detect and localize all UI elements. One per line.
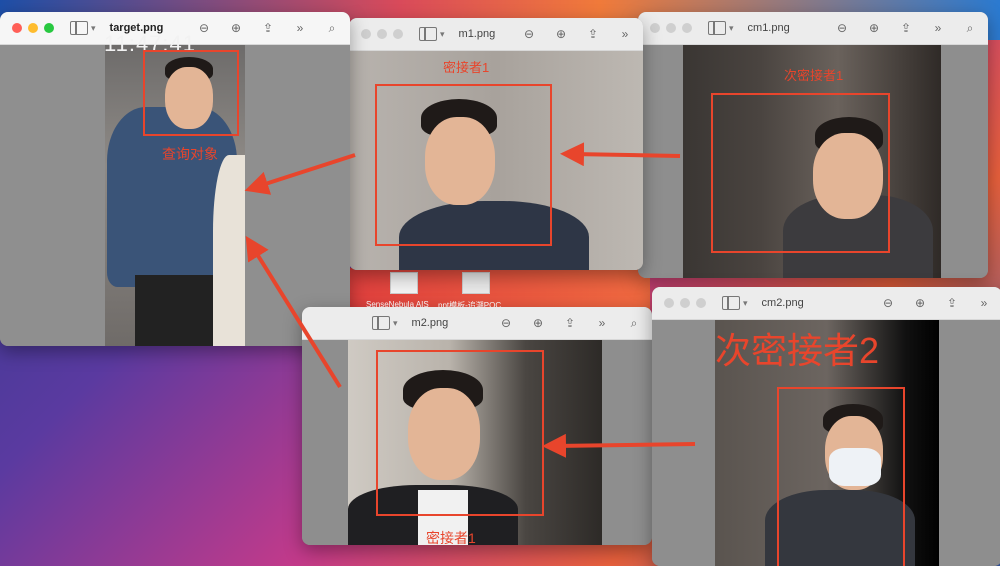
- arrow-m1-to-target: [244, 153, 356, 195]
- annotation-arrows: [244, 142, 696, 458]
- arrow-cm2-to-m2: [542, 433, 696, 458]
- arrow-cm1-to-m1: [560, 142, 681, 167]
- arrow-m2-to-target: [245, 235, 342, 389]
